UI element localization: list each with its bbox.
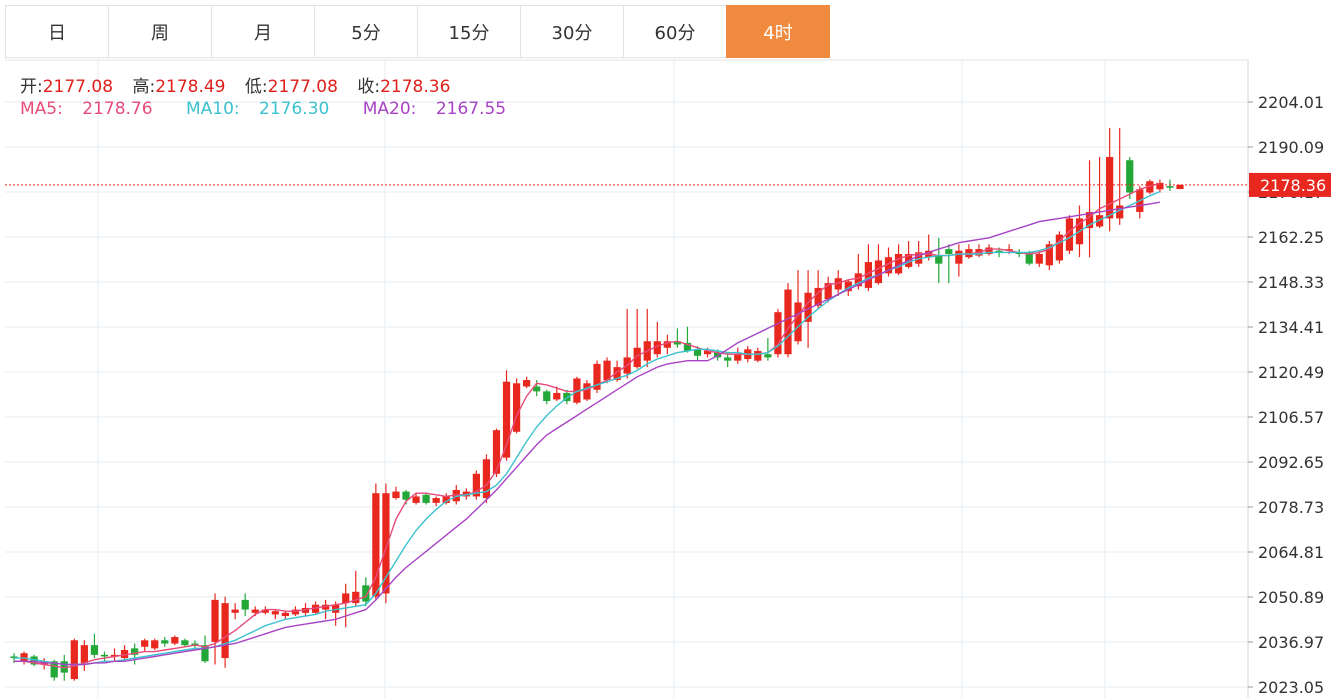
candle-body: [90, 645, 99, 655]
y-tick-label: 2078.73: [1258, 498, 1324, 517]
candle-body: [935, 255, 943, 264]
candle-body: [784, 289, 792, 355]
candle-body: [80, 645, 88, 663]
candle-body: [100, 654, 109, 657]
ma5-value: 2178.76: [82, 99, 153, 119]
candle-body: [251, 609, 259, 613]
high-value: 2178.49: [155, 77, 226, 97]
candle-body: [171, 637, 179, 644]
ma10-label: MA10:: [185, 99, 240, 119]
y-tick-label: 2120.49: [1258, 363, 1324, 382]
ma10-readout: MA10: 2176.30: [186, 99, 343, 119]
candle-body: [1166, 186, 1174, 188]
ma10-line: [14, 190, 1161, 666]
y-tick-label: 2036.97: [1258, 633, 1324, 652]
y-tick-label: 2023.05: [1258, 678, 1324, 697]
ma-readout: MA5: 2178.76 MA10: 2176.30 MA20: 2167.55: [20, 99, 534, 119]
ma5-line: [14, 182, 1161, 669]
candle-body: [492, 430, 501, 474]
candle-body: [945, 249, 953, 254]
candle-body: [281, 612, 290, 617]
candle-body: [734, 354, 742, 361]
candle-body: [422, 494, 430, 503]
candle-body: [70, 640, 78, 680]
y-tick-label: 2148.33: [1258, 273, 1324, 292]
candle-body: [20, 653, 28, 662]
candle-body: [151, 640, 159, 649]
ma20-value: 2167.55: [435, 99, 507, 119]
candle-body: [724, 357, 732, 361]
open-label: 开:: [20, 77, 43, 97]
candle-body: [211, 599, 219, 642]
low-label: 低:: [244, 77, 268, 97]
candle-body: [764, 354, 772, 358]
ma20-label: MA20:: [362, 99, 417, 119]
ohlc-readout: 开:2177.08 高:2178.49 低:2177.08 收:2178.36: [20, 72, 464, 97]
high-label: 高:: [132, 77, 156, 97]
candle-body: [794, 302, 802, 342]
candle-body: [955, 250, 963, 264]
candle-body: [432, 498, 440, 503]
candle-body: [231, 609, 239, 613]
candle-body: [543, 391, 551, 402]
candle-body: [161, 640, 169, 644]
candle-body: [583, 383, 591, 400]
ma5-readout: MA5: 2178.76: [20, 99, 167, 119]
y-tick-label: 2106.57: [1258, 408, 1324, 427]
ma10-value: 2176.30: [259, 99, 330, 119]
candle-body: [553, 392, 561, 400]
candle-body: [754, 350, 762, 361]
candle-body: [1035, 253, 1043, 264]
last-price-label: 2178.36: [1260, 176, 1326, 195]
candle-body: [181, 640, 189, 646]
candle-body: [271, 611, 279, 615]
y-tick-label: 2204.01: [1258, 93, 1324, 112]
candle-body: [392, 491, 400, 499]
candle-body: [141, 640, 149, 647]
candle-body: [362, 585, 370, 602]
close-value: 2178.36: [380, 77, 451, 97]
y-tick-label: 2092.65: [1258, 453, 1324, 472]
ma20-readout: MA20: 2167.55: [363, 99, 520, 119]
ma20-line: [14, 201, 1161, 666]
open-value: 2177.08: [42, 77, 114, 97]
y-tick-label: 2064.81: [1258, 543, 1324, 562]
low-value: 2177.08: [267, 77, 338, 97]
candle-body: [1126, 160, 1134, 193]
candle-body: [221, 603, 229, 659]
candle-body: [1176, 184, 1184, 190]
ma5-label: MA5:: [20, 99, 63, 119]
y-tick-label: 2050.89: [1258, 588, 1324, 607]
candle-body: [874, 260, 883, 284]
candle-body: [241, 599, 249, 610]
y-tick-label: 2134.41: [1258, 318, 1324, 337]
y-tick-label: 2162.25: [1258, 228, 1324, 247]
close-label: 收:: [357, 77, 381, 97]
y-tick-label: 2190.09: [1258, 138, 1324, 157]
candle-body: [523, 380, 531, 387]
candle-body: [412, 496, 420, 503]
